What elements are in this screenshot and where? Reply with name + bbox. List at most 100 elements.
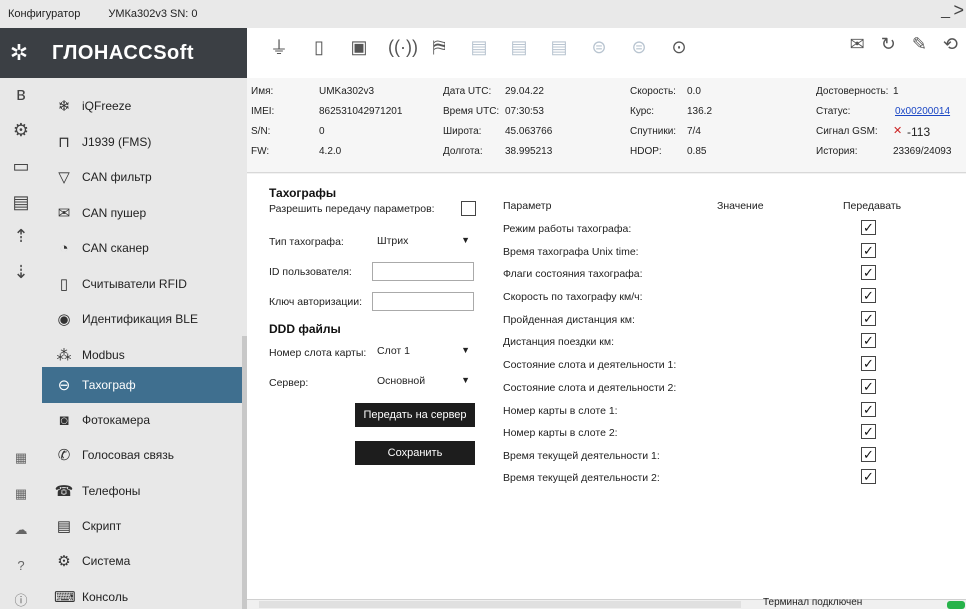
- history-label: История:: [816, 146, 858, 157]
- sidebar-item-label: J1939 (FMS): [82, 135, 152, 149]
- doc-icon[interactable]: ▦: [0, 450, 42, 466]
- col-value-header: Значение: [717, 200, 764, 212]
- bluetooth-icon[interactable]: ʙ: [0, 84, 42, 105]
- help-icon[interactable]: ?: [0, 558, 42, 573]
- send-to-server-button[interactable]: Передать на сервер: [355, 403, 475, 427]
- sidebar-item-camera[interactable]: ◙ Фотокамера: [42, 402, 247, 438]
- sidebar-item-can-pusher[interactable]: ✉ CAN пушер: [42, 195, 247, 231]
- upload-icon[interactable]: ⇡: [0, 226, 42, 247]
- param-row-label: Пройденная дистанция км:: [503, 314, 635, 326]
- fw-label: FW:: [251, 146, 270, 157]
- sidebar-item-label: CAN сканер: [82, 241, 149, 255]
- type-select[interactable]: Штрих ▼: [372, 233, 474, 252]
- lat-value: 45.063766: [505, 126, 553, 137]
- param-row-label: Состояние слота и деятельности 2:: [503, 382, 677, 394]
- db-icon: ⊜: [631, 36, 647, 57]
- sidebar-item-ble[interactable]: ◉ Идентификация BLE: [42, 301, 247, 337]
- brand-panel: ✲ ГЛОНАССSoft: [0, 28, 247, 78]
- sidebar-item-script[interactable]: ▤ Скрипт: [42, 508, 247, 544]
- param-row-label: Время тахографа Unix time:: [503, 246, 639, 258]
- sidebar-item-j1939[interactable]: ⊓ J1939 (FMS): [42, 124, 247, 160]
- cloud-icon[interactable]: ☁: [0, 522, 42, 538]
- speed-value: 0.0: [687, 86, 701, 97]
- folder-icon[interactable]: ▭: [0, 156, 42, 177]
- param-checkbox[interactable]: ✓: [861, 311, 876, 326]
- save-icon[interactable]: ▤: [0, 192, 42, 213]
- param-checkbox[interactable]: ✓: [861, 265, 876, 280]
- param-checkbox[interactable]: ✓: [861, 333, 876, 348]
- toolbar-actions: ✉ ↻ ✎ ⟲: [850, 34, 958, 55]
- phonebook-icon: ☎: [54, 483, 74, 500]
- brand-name: ГЛОНАССSoft: [52, 41, 195, 64]
- sidebar-item-system[interactable]: ⚙ Система: [42, 543, 247, 579]
- connection-status: Терминал подключен: [763, 597, 863, 608]
- ble-icon: ◉: [57, 311, 71, 328]
- snowflake-icon: ❄: [57, 98, 71, 115]
- param-checkbox[interactable]: ✓: [861, 402, 876, 417]
- tacho-icon: ⊖: [57, 377, 71, 394]
- valid-value: 1: [893, 86, 899, 97]
- param-checkbox[interactable]: ✓: [861, 243, 876, 258]
- sidebar-item-console[interactable]: ⌨ Консоль: [42, 579, 247, 609]
- map-icon: ⛿: [432, 36, 446, 57]
- sidebar-item-can-filter[interactable]: ▽ CAN фильтр: [42, 159, 247, 195]
- sidebar-item-can-scanner[interactable]: ◔ CAN сканер: [42, 230, 247, 266]
- param-checkbox[interactable]: ✓: [861, 288, 876, 303]
- sidebar-item-label: Считыватели RFID: [82, 277, 187, 291]
- sidebar-item-voice[interactable]: ✆ Голосовая связь: [42, 437, 247, 473]
- param-checkbox[interactable]: ✓: [861, 469, 876, 484]
- param-checkbox[interactable]: ✓: [861, 447, 876, 462]
- allow-checkbox[interactable]: [461, 201, 476, 216]
- grid-icon[interactable]: ▦: [0, 486, 42, 502]
- horizontal-scrollbar[interactable]: [259, 601, 741, 608]
- info-icon[interactable]: ⓘ: [0, 590, 42, 609]
- sidebar-item-phones[interactable]: ☎ Телефоны: [42, 473, 247, 509]
- key-input[interactable]: [372, 292, 474, 311]
- key-label: Ключ авторизации:: [269, 296, 363, 308]
- rfid-icon: ▯: [59, 276, 69, 293]
- toolbar-status-icons: ⏚ ▯ ▣ ((·)) ⛿ ▤ ▤ ▤ ⊜ ⊜ ⊙: [268, 34, 690, 60]
- server-select[interactable]: Основной ▼: [372, 373, 474, 392]
- param-row-label: Номер карты в слоте 2:: [503, 427, 618, 439]
- gsm-signal-icon: ✕: [893, 125, 903, 137]
- param-checkbox[interactable]: ✓: [861, 220, 876, 235]
- chevron-right-icon[interactable]: >: [953, 0, 964, 21]
- battery-icon: ▯: [314, 36, 324, 57]
- tools-icon[interactable]: ✎: [912, 34, 927, 55]
- chip-icon[interactable]: ⚙: [0, 120, 42, 141]
- sidebar-item-tachograph[interactable]: ⊖ Тахограф: [42, 367, 247, 403]
- name-value: UMKa302v3: [319, 86, 375, 97]
- slot-select[interactable]: Слот 1 ▼: [372, 343, 474, 362]
- script-icon: ▤: [56, 518, 72, 535]
- param-checkbox[interactable]: ✓: [861, 356, 876, 371]
- db-icon: ⊜: [591, 36, 607, 57]
- rotate-icon[interactable]: ⟲: [943, 34, 958, 55]
- save-button[interactable]: Сохранить: [355, 441, 475, 465]
- param-checkbox[interactable]: ✓: [861, 424, 876, 439]
- camera-icon: ◙: [59, 411, 69, 429]
- param-row-label: Дистанция поездки км:: [503, 336, 614, 348]
- sidebar-item-iqfreeze[interactable]: ❄ iQFreeze: [42, 88, 247, 124]
- date-value: 29.04.22: [505, 86, 544, 97]
- param-row-label: Время текущей деятельности 2:: [503, 472, 660, 484]
- minimize-button[interactable]: _: [941, 2, 950, 20]
- sidebar-item-label: Modbus: [82, 348, 125, 362]
- refresh-icon[interactable]: ↻: [881, 34, 896, 55]
- status-link[interactable]: 0x00200014: [895, 106, 950, 117]
- param-checkbox[interactable]: ✓: [861, 379, 876, 394]
- tachograph-panel: Тахографы Разрешить передачу параметров:…: [247, 174, 966, 599]
- filter-icon: ▽: [58, 169, 70, 186]
- sidebar-item-rfid[interactable]: ▯ Считыватели RFID: [42, 266, 247, 302]
- section-title-ddd: DDD файлы: [269, 322, 341, 336]
- uid-input[interactable]: [372, 262, 474, 281]
- sms-icon[interactable]: ✉: [850, 34, 865, 55]
- slot-label: Номер слота карты:: [269, 347, 367, 359]
- sidebar: ❄ iQFreeze ⊓ J1939 (FMS) ▽ CAN фильтр ✉ CAN …: [42, 78, 247, 609]
- status-bar: Терминал подключен: [247, 597, 966, 609]
- download-icon[interactable]: ⇣: [0, 262, 42, 283]
- gsm-value: -113: [907, 125, 931, 139]
- location-icon: ⊙: [671, 36, 687, 57]
- speed-label: Скорость:: [630, 86, 676, 97]
- modbus-icon: ⁂: [56, 347, 72, 364]
- time-value: 07:30:53: [505, 106, 544, 117]
